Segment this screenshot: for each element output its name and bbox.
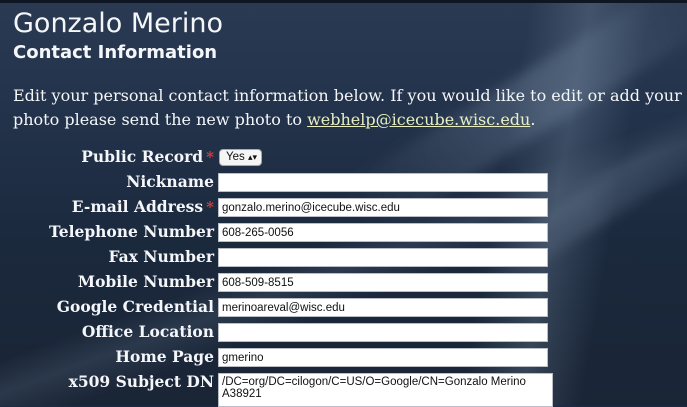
row-nickname: Nickname [0, 171, 687, 193]
row-google-credential: Google Credential merinoareval@wisc.edu [0, 296, 687, 318]
x509-textarea[interactable]: /DC=org/DC=cilogon/C=US/O=Google/CN=Gonz… [218, 373, 553, 407]
public-record-label: Public Record * [81, 147, 214, 166]
required-marker: * [206, 148, 214, 166]
row-fax: Fax Number [0, 246, 687, 268]
google-credential-input[interactable]: merinoareval@wisc.edu [218, 298, 548, 317]
row-telephone: Telephone Number 608-265-0056 [0, 221, 687, 243]
mobile-input[interactable]: 608-509-8515 [218, 273, 548, 292]
home-page-input[interactable]: gmerino [218, 348, 548, 367]
fax-label: Fax Number [108, 247, 214, 266]
home-page-label: Home Page [115, 347, 214, 366]
public-record-value: Yes [226, 151, 245, 163]
intro-paragraph: Edit your personal contact information b… [13, 84, 683, 132]
required-marker: * [206, 198, 214, 216]
google-credential-label: Google Credential [56, 297, 214, 316]
public-record-select[interactable]: Yes ▴▾ [219, 149, 262, 166]
row-mobile: Mobile Number 608-509-8515 [0, 271, 687, 293]
webhelp-email-link[interactable]: webhelp@icecube.wisc.edu [307, 110, 530, 129]
telephone-label: Telephone Number [48, 222, 214, 241]
top-border [0, 0, 687, 3]
nickname-label: Nickname [126, 172, 214, 191]
mobile-label: Mobile Number [77, 272, 214, 291]
row-public-record: Public Record * Yes ▴▾ [0, 146, 687, 168]
page-title: Gonzalo Merino [13, 8, 224, 39]
office-location-input[interactable] [218, 323, 548, 342]
x509-label: x509 Subject DN [68, 372, 214, 391]
fax-input[interactable] [218, 248, 548, 267]
row-email: E-mail Address * gonzalo.merino@icecube.w… [0, 196, 687, 218]
nickname-input[interactable] [218, 173, 548, 192]
telephone-input[interactable]: 608-265-0056 [218, 223, 548, 242]
email-input[interactable]: gonzalo.merino@icecube.wisc.edu [218, 198, 548, 217]
select-arrows-icon: ▴▾ [247, 152, 257, 162]
office-location-label: Office Location [81, 322, 214, 341]
email-label: E-mail Address * [71, 197, 214, 216]
row-x509: x509 Subject DN /DC=org/DC=cilogon/C=US/… [0, 371, 687, 407]
section-title: Contact Information [13, 42, 218, 63]
row-office-location: Office Location [0, 321, 687, 343]
row-home-page: Home Page gmerino [0, 346, 687, 368]
intro-text-end: . [530, 110, 536, 129]
